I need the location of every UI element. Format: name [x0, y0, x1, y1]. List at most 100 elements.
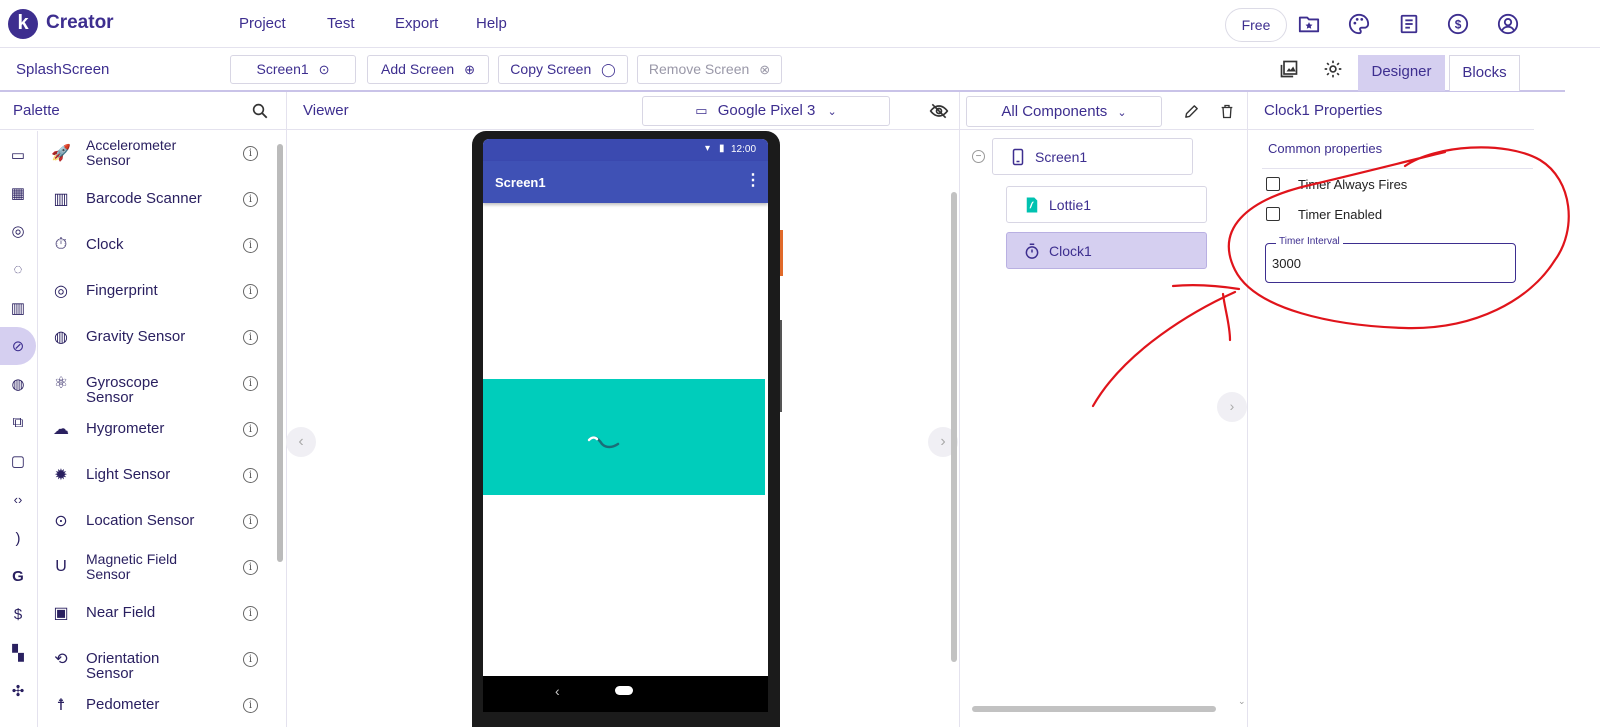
palette-item[interactable]: ▣ Near Field i	[46, 593, 276, 633]
palette-item[interactable]: U Magnetic Field Sensor i	[46, 547, 276, 587]
svg-text:$: $	[1455, 18, 1462, 32]
viewer-title: Viewer	[303, 102, 349, 119]
account-icon[interactable]	[1497, 13, 1519, 35]
info-icon[interactable]: i	[243, 330, 258, 345]
book-icon[interactable]	[1398, 13, 1420, 35]
map-icon[interactable]: ▥	[7, 297, 29, 319]
social-icon[interactable]: ◍	[7, 373, 29, 395]
stopwatch-icon	[1025, 243, 1039, 259]
palette-item[interactable]: ◍ Gravity Sensor i	[46, 317, 276, 357]
dollar-icon[interactable]: $	[1447, 13, 1469, 35]
crosshair-icon: ⊙	[54, 513, 68, 530]
app-name[interactable]: Creator	[46, 12, 114, 34]
media-icon[interactable]: ◎	[7, 220, 29, 242]
rss-icon[interactable]: )	[7, 527, 29, 549]
chevron-circle-icon: ⊙	[318, 62, 330, 77]
status-time: 12:00	[731, 144, 757, 155]
palette-item-label: Accelerometer Sensor	[86, 137, 177, 168]
google-icon[interactable]: G	[7, 565, 29, 587]
cloud-drops-icon: ☁	[53, 421, 69, 438]
phone-screen-title: Screen1	[495, 175, 546, 190]
screen-select[interactable]: Screen1 ⊙	[230, 55, 356, 84]
barcode-icon: ▥	[53, 191, 69, 208]
viewer-scrollbar[interactable]	[951, 192, 957, 662]
free-plan-button[interactable]: Free	[1225, 8, 1287, 42]
device-select-label: Google Pixel 3	[717, 102, 816, 119]
info-icon[interactable]: i	[243, 284, 258, 299]
palette-item[interactable]: 🚀 Accelerometer Sensor i	[46, 133, 276, 173]
phone-nav-bar: ‹	[483, 676, 768, 712]
palette-item-label: Fingerprint	[86, 282, 158, 299]
extensions-grid-icon[interactable]: ▚	[7, 642, 29, 664]
fingerprint-icon: ◎	[54, 283, 68, 300]
menu-export[interactable]: Export	[395, 15, 438, 32]
screen-toolbar: SplashScreen Screen1 ⊙ Add Screen ⊕ Copy…	[0, 49, 1565, 92]
chevron-down-icon: ⌄	[827, 106, 837, 118]
lottie-icon	[1026, 197, 1038, 213]
folder-star-icon[interactable]	[1298, 13, 1320, 35]
palette-item-label: Magnetic Field Sensor	[86, 551, 178, 582]
logo-icon[interactable]: k	[8, 9, 38, 39]
palette-item[interactable]: ⟲ Orientation Sensor i	[46, 639, 276, 681]
edit-pencil-icon[interactable]	[1183, 103, 1200, 120]
sensors-compass-icon[interactable]: ⊘	[7, 335, 29, 357]
plus-circle-icon: ⊕	[464, 62, 475, 77]
palette-item[interactable]: ✹ Light Sensor i	[46, 455, 276, 495]
palette-item[interactable]: ⏱ Clock i	[46, 225, 276, 265]
briefcase-icon[interactable]: ▢	[7, 450, 29, 472]
remove-screen-button[interactable]: Remove Screen ⊗	[637, 55, 782, 84]
palette-item[interactable]: ⊙ Location Sensor i	[46, 501, 276, 541]
palette-item[interactable]: ▥ Barcode Scanner i	[46, 179, 276, 219]
search-icon[interactable]	[251, 102, 269, 120]
palette-item[interactable]: ◎ Fingerprint i	[46, 271, 276, 311]
visibility-off-icon[interactable]	[929, 101, 949, 121]
menu-help[interactable]: Help	[476, 15, 507, 32]
components-h-scrollbar[interactable]	[972, 706, 1216, 712]
palette-item[interactable]: ☁ Hygrometer i	[46, 409, 276, 449]
collapse-tree-icon[interactable]: −	[972, 150, 985, 163]
palette-item[interactable]: ⚛ Gyroscope Sensor i	[46, 363, 276, 405]
lottie-animation[interactable]	[483, 379, 765, 495]
palette-scrollbar[interactable]	[277, 144, 283, 562]
info-icon[interactable]: i	[243, 468, 258, 483]
info-icon[interactable]: i	[243, 146, 258, 161]
components-filter-select[interactable]: All Components ⌄	[966, 96, 1162, 127]
info-icon[interactable]: i	[243, 560, 258, 575]
gallery-icon[interactable]	[1279, 59, 1299, 79]
components-filter-label: All Components	[1001, 103, 1108, 120]
tree-node-label: Screen1	[1035, 149, 1088, 165]
project-name: SplashScreen	[16, 61, 110, 78]
info-icon[interactable]: i	[243, 376, 258, 391]
info-icon[interactable]: i	[243, 652, 258, 667]
device-select[interactable]: ▭ Google Pixel 3 ⌄	[642, 96, 890, 126]
copy-screen-button[interactable]: Copy Screen ◯	[498, 55, 628, 84]
puzzle-icon[interactable]: ✣	[7, 680, 29, 702]
info-icon[interactable]: i	[243, 238, 258, 253]
code-icon[interactable]: ‹›	[7, 488, 29, 510]
gear-icon[interactable]	[1323, 59, 1343, 79]
info-icon[interactable]: i	[243, 606, 258, 621]
palette-icon[interactable]	[1348, 13, 1370, 35]
monetization-icon[interactable]: $	[7, 603, 29, 625]
storage-icon[interactable]: ⧉	[7, 411, 29, 433]
info-icon[interactable]: i	[243, 422, 258, 437]
info-icon[interactable]: i	[243, 192, 258, 207]
palette-category-icon[interactable]: ◌	[7, 258, 29, 280]
battery-icon: ▮	[719, 143, 725, 154]
table-icon[interactable]: ▦	[7, 182, 29, 204]
info-icon[interactable]: i	[243, 514, 258, 529]
menu-project[interactable]: Project	[239, 15, 286, 32]
tab-blocks[interactable]: Blocks	[1449, 55, 1520, 91]
layout-icon[interactable]: ▭	[7, 144, 29, 166]
delete-trash-icon[interactable]	[1219, 103, 1235, 120]
tab-designer[interactable]: Designer	[1358, 55, 1445, 91]
properties-header: Clock1 Properties	[1248, 92, 1534, 130]
palette-item-label: Hygrometer	[86, 420, 165, 437]
loading-spinner-icon	[587, 436, 620, 449]
add-screen-button[interactable]: Add Screen ⊕	[367, 55, 489, 84]
viewer-prev-arrow[interactable]: ‹	[286, 427, 316, 457]
chevron-down-icon: ⌄	[1117, 107, 1127, 119]
menu-test[interactable]: Test	[327, 15, 355, 32]
info-icon[interactable]: i	[243, 698, 258, 713]
palette-item[interactable]: ☨ Pedometer i	[46, 685, 276, 725]
